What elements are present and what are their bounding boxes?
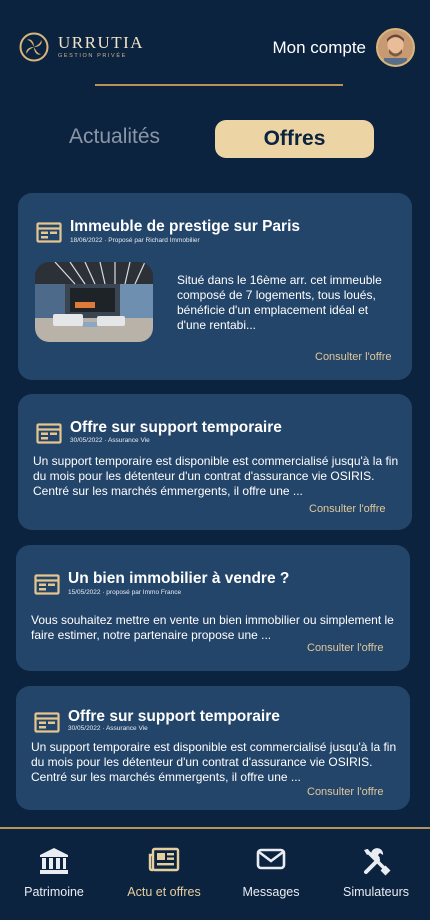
nav-simulateurs[interactable]: Simulateurs <box>326 847 426 899</box>
offer-meta: 18/06/2022 · Proposé par Richard Immobil… <box>70 237 200 244</box>
offer-title: Un bien immobilier à vendre ? <box>68 570 290 587</box>
calendar-icon <box>34 574 60 595</box>
nav-messages-label: Messages <box>242 885 300 899</box>
offer-description: Un support temporaire est disponible est… <box>33 454 399 498</box>
bottom-navigation: Patrimoine Actu et offres Messages Simul… <box>0 827 430 920</box>
calendar-icon <box>36 222 62 243</box>
brand-name: URRUTIA <box>58 33 145 53</box>
offer-description: Un support temporaire est disponible est… <box>31 740 397 784</box>
brand-subtitle: GESTION PRIVÉE <box>58 53 127 60</box>
offer-meta: 30/05/2022 · Assurance Vie <box>68 725 148 732</box>
avatar[interactable] <box>376 28 415 67</box>
triskelion-logo-icon <box>19 32 49 62</box>
offer-description: Vous souhaitez mettre en vente un bien i… <box>31 613 394 642</box>
tools-icon <box>364 848 391 876</box>
user-portrait-icon <box>378 30 413 65</box>
tab-actualites[interactable]: Actualités <box>69 125 160 149</box>
offer-card[interactable]: Offre sur support temporaire 30/05/2022 … <box>16 686 410 810</box>
account-label: Mon compte <box>272 37 366 57</box>
calendar-icon <box>36 423 62 444</box>
offer-title: Offre sur support temporaire <box>70 419 282 436</box>
newspaper-icon <box>148 847 180 872</box>
offer-description: Situé dans le 16ème arr. cet immeuble co… <box>177 273 382 332</box>
envelope-icon <box>256 848 286 870</box>
header-divider <box>95 84 343 86</box>
content-tabs: Actualités Offres <box>0 120 430 158</box>
bank-icon <box>40 848 68 874</box>
offer-title: Immeuble de prestige sur Paris <box>70 218 301 235</box>
nav-messages[interactable]: Messages <box>221 847 321 899</box>
nav-simulateurs-label: Simulateurs <box>343 885 409 899</box>
nav-actu-offres-label: Actu et offres <box>127 885 201 899</box>
consult-offer-link[interactable]: Consulter l'offre <box>307 786 384 798</box>
offer-card[interactable]: Un bien immobilier à vendre ? 15/05/2022… <box>16 545 410 671</box>
offer-title: Offre sur support temporaire <box>68 708 280 725</box>
nav-actu-offres[interactable]: Actu et offres <box>114 847 214 899</box>
offer-meta: 30/05/2022 · Assurance Vie <box>70 437 150 444</box>
account-button[interactable]: Mon compte <box>272 28 415 67</box>
nav-patrimoine-label: Patrimoine <box>24 885 84 899</box>
tab-offres[interactable]: Offres <box>215 120 374 158</box>
app-header: URRUTIA GESTION PRIVÉE Mon compte <box>0 0 430 95</box>
offer-card[interactable]: Immeuble de prestige sur Paris 18/06/202… <box>18 193 412 380</box>
calendar-icon <box>34 712 60 733</box>
consult-offer-link[interactable]: Consulter l'offre <box>307 642 384 654</box>
consult-offer-link[interactable]: Consulter l'offre <box>309 503 386 515</box>
living-room-photo-icon <box>35 262 153 342</box>
brand-logo[interactable]: URRUTIA GESTION PRIVÉE <box>19 32 144 62</box>
offer-meta: 15/05/2022 · proposé par Immo France <box>68 589 182 596</box>
consult-offer-link[interactable]: Consulter l'offre <box>315 351 392 363</box>
offer-card[interactable]: Offre sur support temporaire 30/05/2022 … <box>18 394 412 530</box>
nav-patrimoine[interactable]: Patrimoine <box>4 847 104 899</box>
offer-thumbnail <box>35 262 153 342</box>
